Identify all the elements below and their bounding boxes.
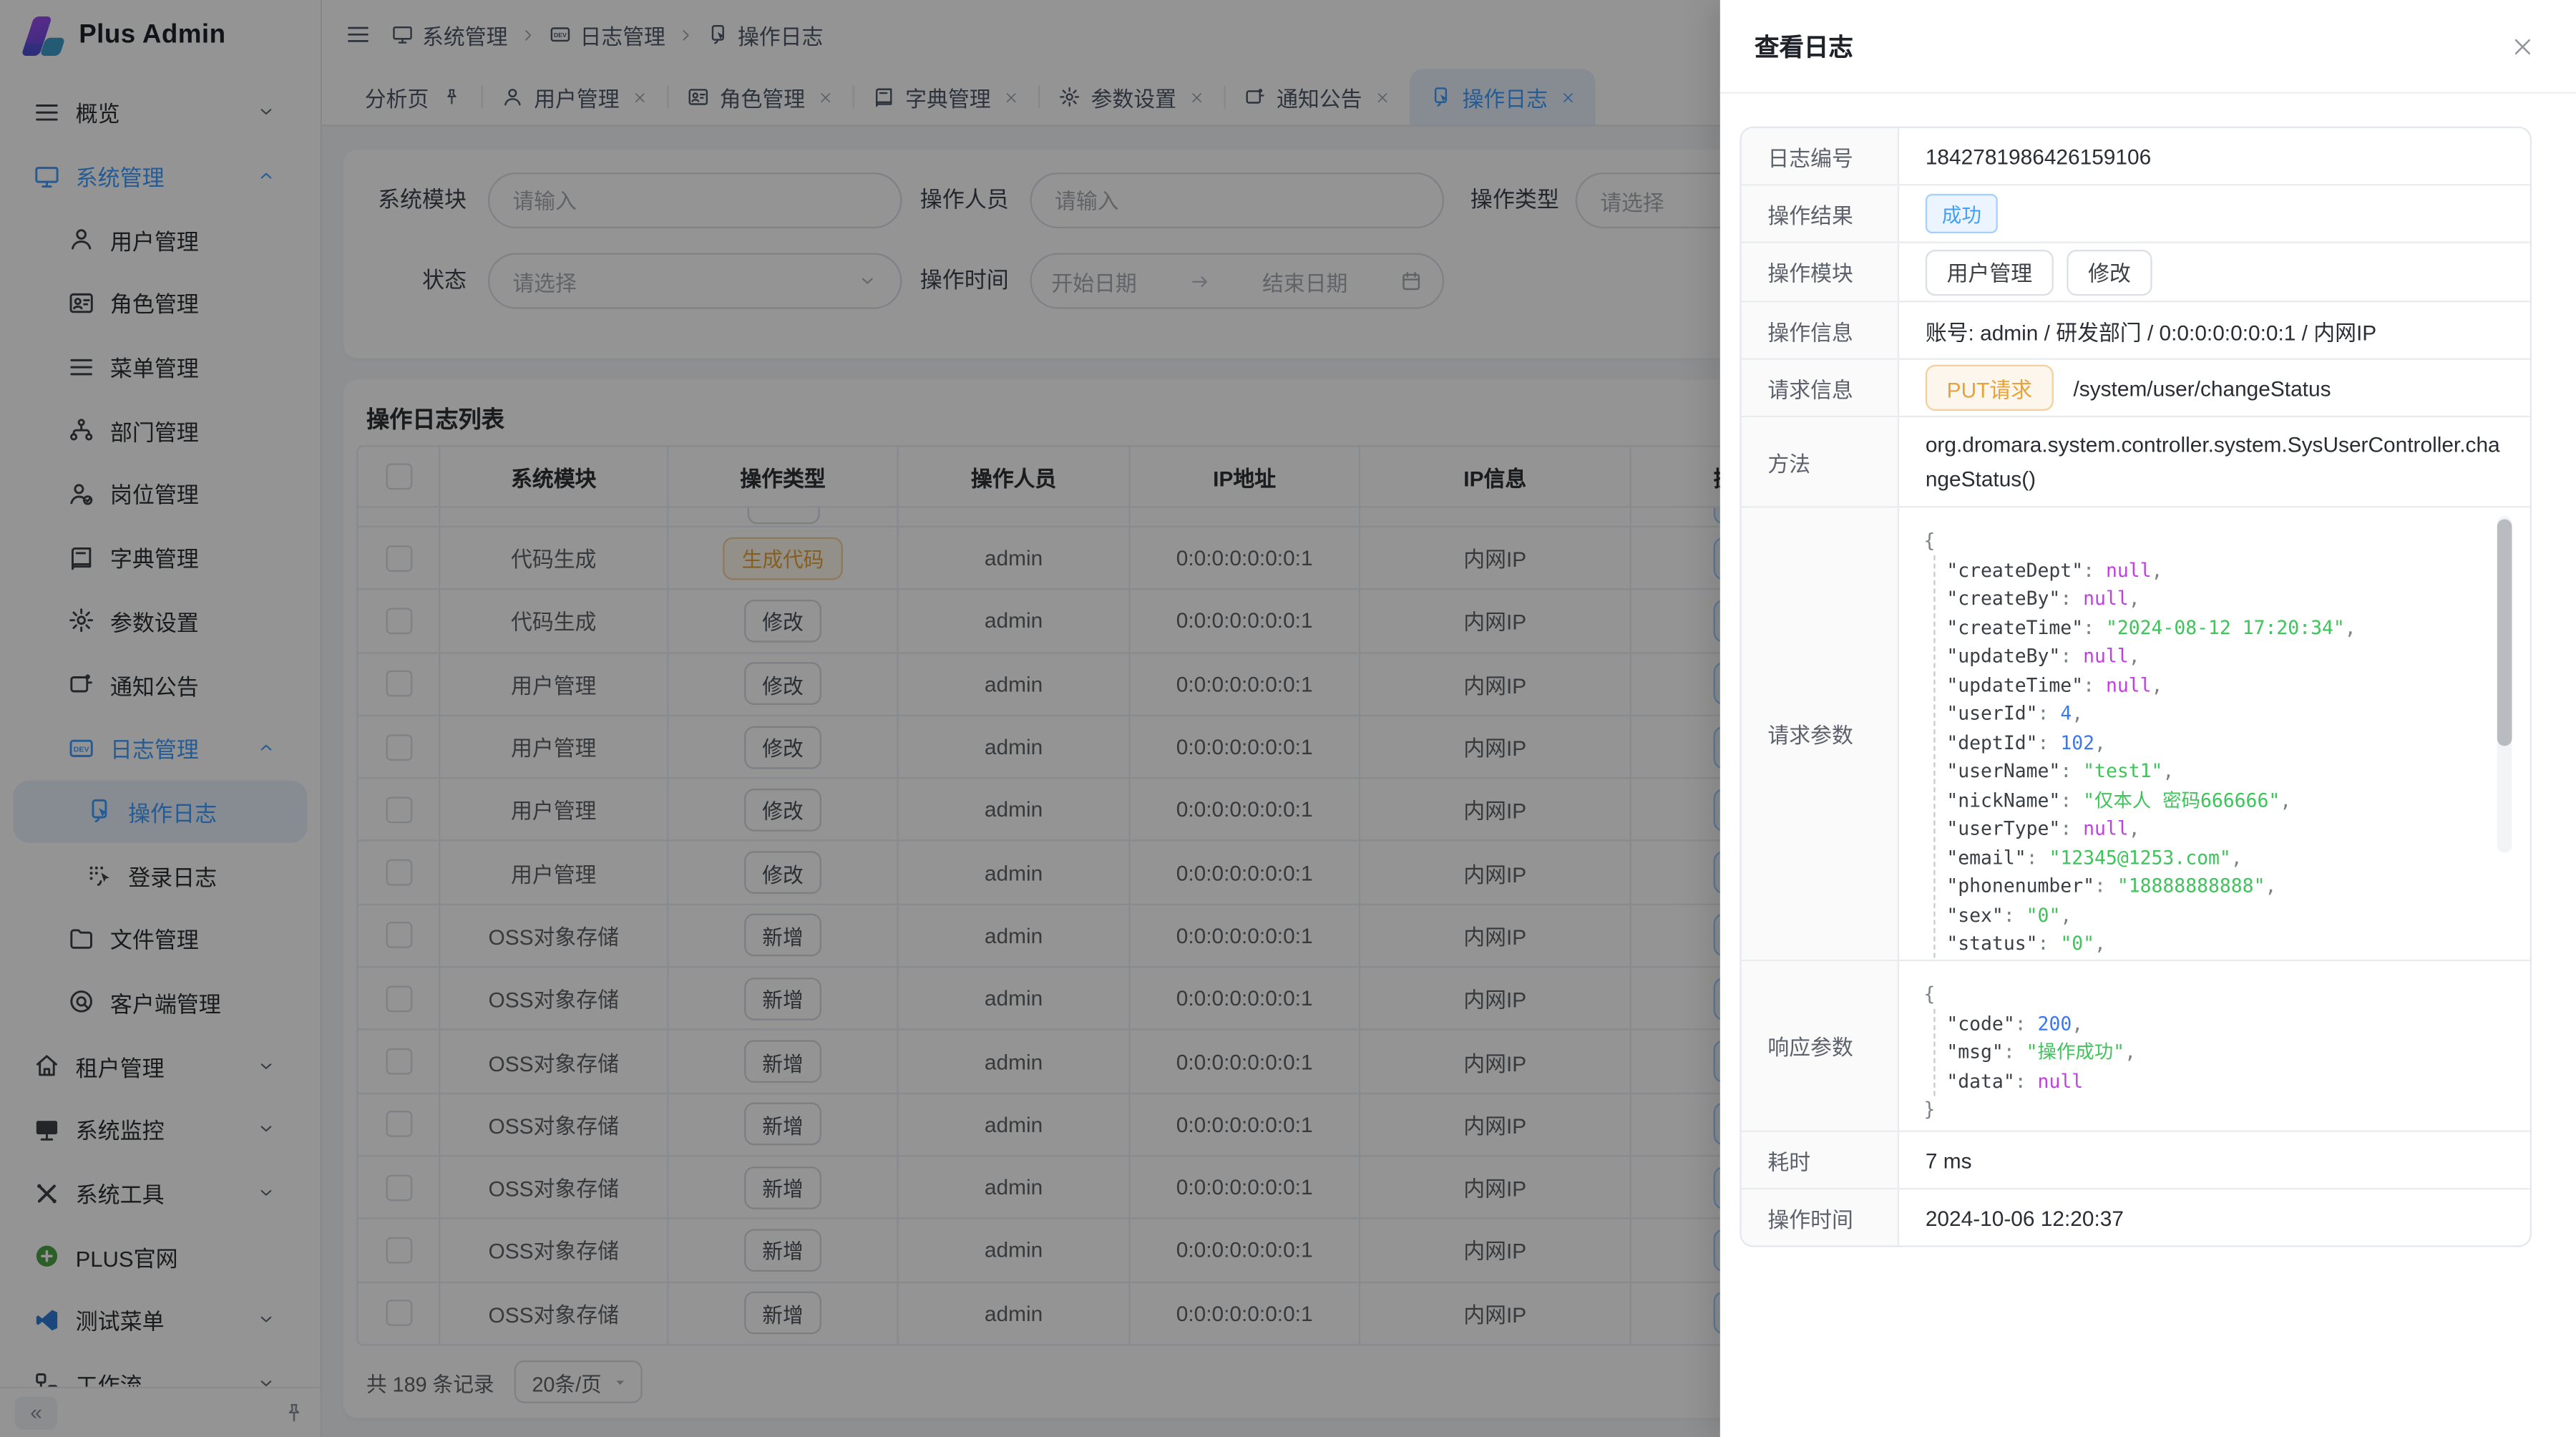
scrollbar-track[interactable] (2497, 516, 2512, 853)
scrollbar-thumb[interactable] (2497, 520, 2512, 746)
detail-value: 成功 (1899, 185, 2530, 241)
detail-value: { "code": 200, "msg": "操作成功", "data": nu… (1899, 961, 2530, 1130)
detail-label: 日志编号 (1742, 128, 1899, 184)
http-method-tag: PUT请求 (1926, 365, 2054, 411)
drawer-header: 查看日志 (1720, 0, 2576, 94)
detail-label: 操作信息 (1742, 302, 1899, 358)
detail-label: 方法 (1742, 417, 1899, 506)
detail-row-op-module: 操作模块用户管理修改 (1742, 242, 2530, 301)
detail-label: 请求信息 (1742, 360, 1899, 416)
module-tag: 修改 (2067, 249, 2152, 295)
log-detail-descriptions: 日志编号1842781986426159106操作结果成功操作模块用户管理修改操… (1740, 127, 2532, 1247)
detail-label: 操作结果 (1742, 185, 1899, 241)
detail-label: 响应参数 (1742, 961, 1899, 1130)
drawer-title: 查看日志 (1755, 29, 1853, 63)
request-url: /system/user/changeStatus (2073, 376, 2331, 400)
detail-row-req-info: 请求信息PUT请求/system/user/changeStatus (1742, 359, 2530, 416)
result-tag: 成功 (1926, 194, 1998, 233)
detail-row-op-time: 操作时间2024-10-06 12:20:37 (1742, 1188, 2530, 1245)
detail-row-resp-params: 响应参数{ "code": 200, "msg": "操作成功", "data"… (1742, 960, 2530, 1131)
detail-row-req-params: 请求参数{ "createDept": null, "createBy": nu… (1742, 506, 2530, 960)
detail-value: { "createDept": null, "createBy": null, … (1899, 507, 2530, 959)
detail-value: org.dromara.system.controller.system.Sys… (1899, 417, 2530, 506)
detail-value: 用户管理修改 (1899, 243, 2530, 301)
indent-guide (1933, 1009, 1935, 1096)
detail-row-method: 方法org.dromara.system.controller.system.S… (1742, 416, 2530, 506)
detail-value: 账号: admin / 研发部门 / 0:0:0:0:0:0:0:1 / 内网I… (1899, 302, 2530, 358)
detail-label: 请求参数 (1742, 507, 1899, 959)
detail-row-op-info: 操作信息账号: admin / 研发部门 / 0:0:0:0:0:0:0:1 /… (1742, 301, 2530, 358)
plus-admin-app: Plus Admin 概览系统管理用户管理角色管理菜单管理部门管理岗位管理字典管… (0, 0, 2576, 1437)
detail-value: 2024-10-06 12:20:37 (1899, 1189, 2530, 1245)
indent-guide (1933, 555, 1935, 958)
detail-value: PUT请求/system/user/changeStatus (1899, 360, 2530, 416)
detail-value: 7 ms (1899, 1132, 2530, 1188)
detail-label: 操作模块 (1742, 243, 1899, 301)
detail-value: 1842781986426159106 (1899, 128, 2530, 184)
detail-row-log-id: 日志编号1842781986426159106 (1742, 128, 2530, 184)
detail-label: 操作时间 (1742, 1189, 1899, 1245)
detail-row-op-result: 操作结果成功 (1742, 184, 2530, 241)
module-tag: 用户管理 (1926, 249, 2054, 295)
detail-row-cost-time: 耗时7 ms (1742, 1131, 2530, 1188)
view-log-drawer: 查看日志 日志编号1842781986426159106操作结果成功操作模块用户… (1720, 0, 2576, 1437)
detail-label: 耗时 (1742, 1132, 1899, 1188)
close-icon[interactable] (2510, 34, 2534, 58)
